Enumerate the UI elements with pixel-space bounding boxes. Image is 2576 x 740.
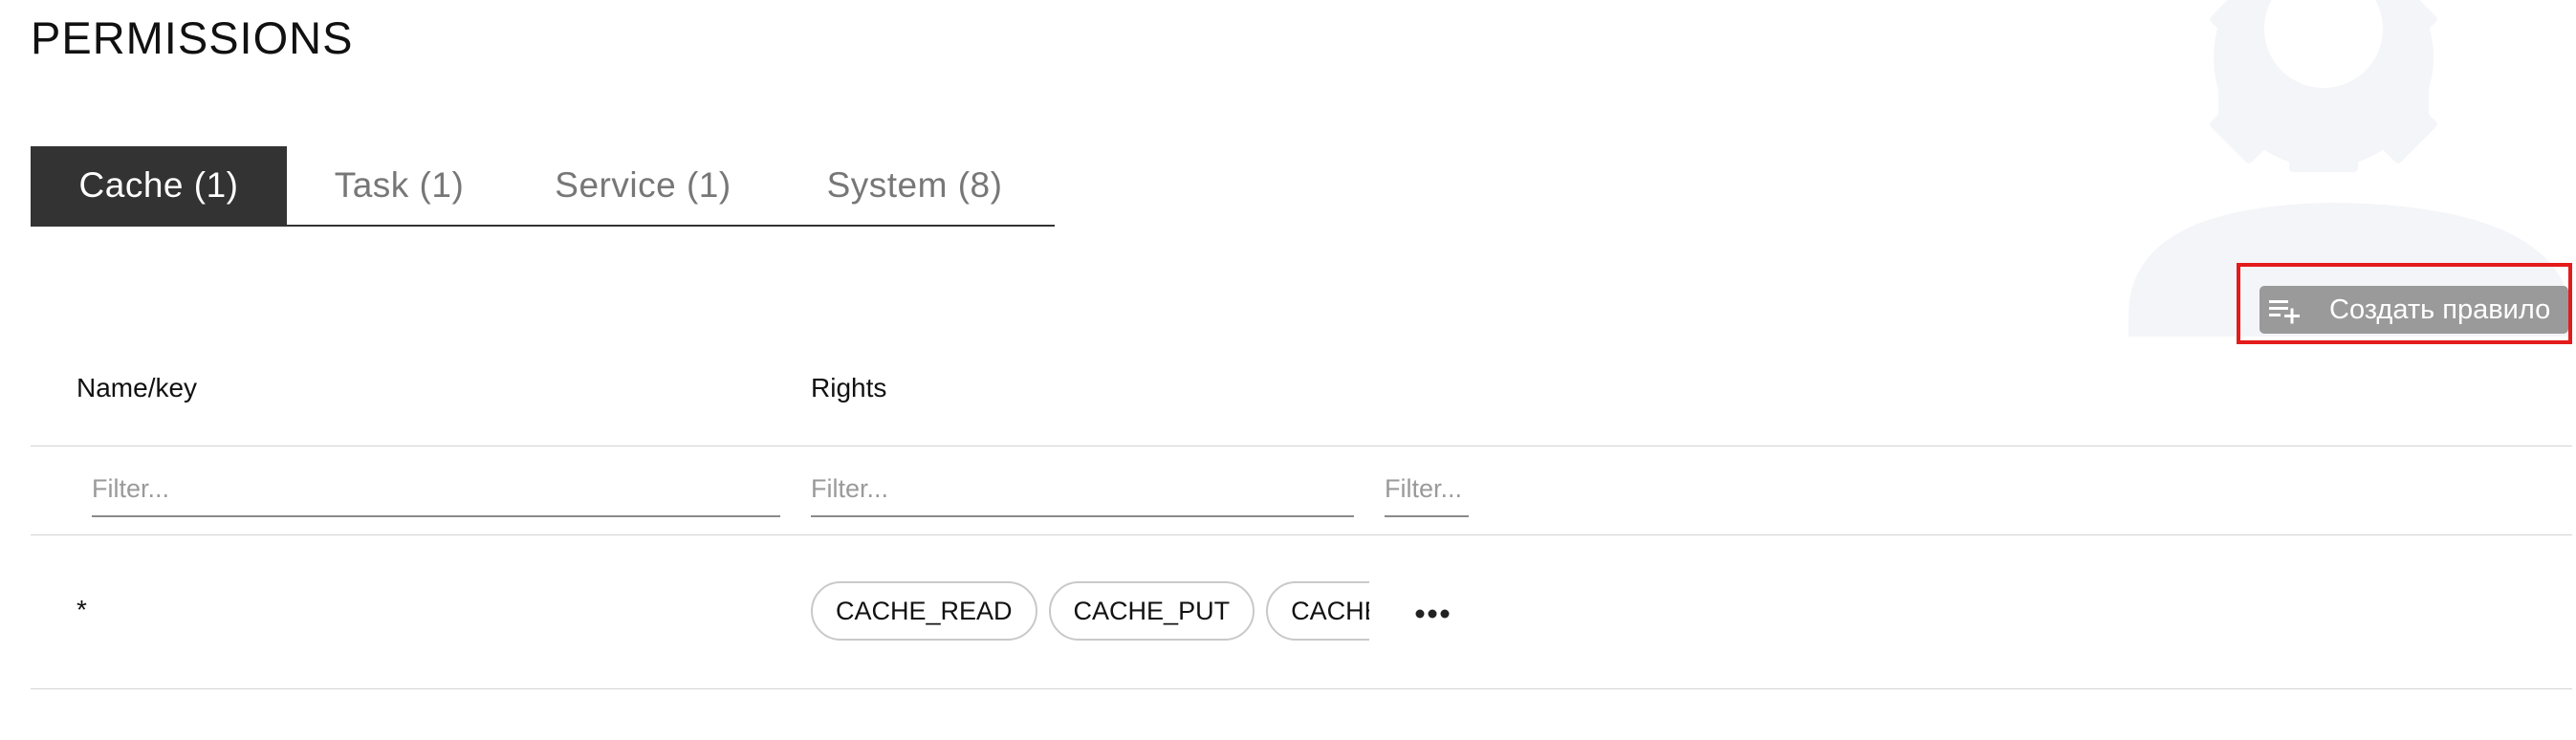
page-title: PERMISSIONS <box>31 12 354 63</box>
filter-divider <box>31 534 2572 535</box>
column-header-rights[interactable]: Rights <box>811 373 886 403</box>
row-divider <box>31 688 2572 689</box>
row-key-value: * <box>76 595 87 624</box>
filter-rights-input[interactable] <box>811 462 1354 517</box>
playlist-add-icon <box>2269 300 2300 324</box>
tab-system[interactable]: System (8) <box>775 146 1055 225</box>
tab-cache[interactable]: Cache (1) <box>31 146 287 225</box>
column-header-name-key[interactable]: Name/key <box>76 373 197 403</box>
right-chip-cache-remove[interactable]: CACHE_REMOVE <box>1266 581 1369 641</box>
right-chip-cache-put[interactable]: CACHE_PUT <box>1048 581 1255 641</box>
permission-tabs: Cache (1) Task (1) Service (1) System (8… <box>31 146 1055 227</box>
permissions-page: PERMISSIONS Cache (1) Task (1) Service (… <box>0 0 2576 740</box>
create-rule-label: Создать правило <box>2329 294 2551 325</box>
tab-service[interactable]: Service (1) <box>512 146 775 225</box>
right-chip-cache-read[interactable]: CACHE_READ <box>811 581 1037 641</box>
filter-extra-input[interactable] <box>1385 462 1469 517</box>
create-rule-button[interactable]: Создать правило <box>2259 286 2568 334</box>
tab-task[interactable]: Task (1) <box>287 146 512 225</box>
filter-name-key-input[interactable] <box>92 462 780 517</box>
more-horizontal-icon[interactable] <box>1413 599 1452 628</box>
rights-chips: CACHE_READCACHE_PUTCACHE_REMOVE <box>811 581 1369 642</box>
